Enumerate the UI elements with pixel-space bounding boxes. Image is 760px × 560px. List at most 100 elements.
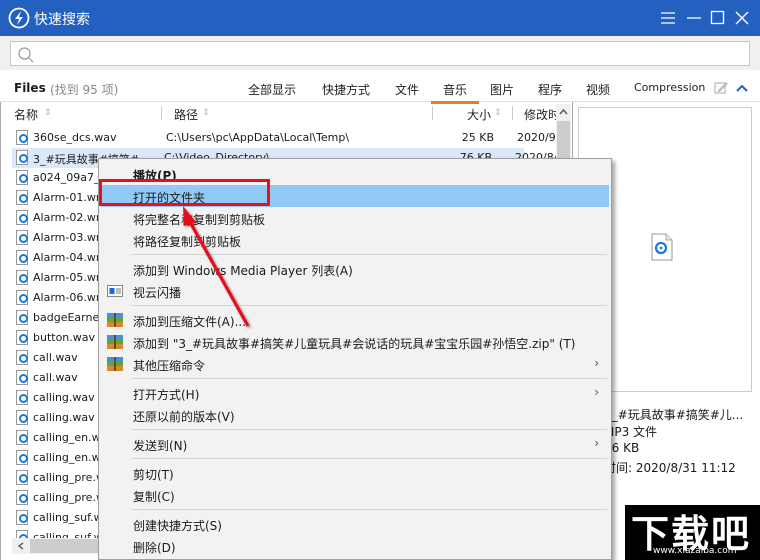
- scroll-up-icon[interactable]: [558, 107, 569, 117]
- menu-separator: [131, 378, 607, 379]
- minimize-icon[interactable]: [684, 8, 704, 28]
- menu-item[interactable]: 其他压缩命令 ›: [101, 353, 609, 375]
- column-header-name[interactable]: 名称: [14, 106, 38, 123]
- file-name: calling_en.wa: [33, 451, 108, 464]
- audio-file-icon: [16, 150, 28, 165]
- menu-item[interactable]: 复制(C): [101, 484, 609, 506]
- file-name: calling_pre.w: [33, 491, 105, 504]
- audio-file-icon: [16, 390, 28, 405]
- menu-item[interactable]: 发送到(N) ›: [101, 433, 609, 455]
- file-name: Alarm-05.wm: [33, 271, 107, 284]
- audio-file-icon: [16, 330, 28, 345]
- menu-icon[interactable]: [658, 8, 678, 28]
- menu-item-label: 添加到 Windows Media Player 列表(A): [133, 264, 353, 278]
- file-modified: 2020/9/: [517, 131, 560, 144]
- table-row[interactable]: 360se_dcs.wav C:\Users\pc\AppData\Local\T…: [14, 128, 559, 148]
- menu-item[interactable]: 添加到压缩文件(A)...: [101, 309, 609, 331]
- audio-file-icon: [16, 210, 28, 225]
- audio-file-icon: [16, 430, 28, 445]
- tab-compression[interactable]: Compression: [634, 81, 705, 94]
- menu-item-label: 发送到(N): [133, 439, 188, 453]
- file-size: 25 KB: [461, 131, 494, 144]
- column-divider[interactable]: [512, 106, 513, 120]
- tab-shortcuts[interactable]: 快捷方式: [322, 81, 370, 98]
- menu-item[interactable]: 打开的文件夹: [101, 185, 609, 207]
- watermark-logo: 下载吧 www.xiazaiba.com: [625, 505, 760, 560]
- menu-item-label: 创建快捷方式(S): [133, 519, 222, 533]
- search-icon: [18, 47, 34, 63]
- preview-filename: 3_#玩具故事#搞笑#儿...: [604, 408, 744, 422]
- menu-item-label: 视云闪播: [133, 286, 182, 300]
- column-header-path[interactable]: 路径: [174, 106, 198, 123]
- menu-item[interactable]: 剪切(T): [101, 462, 609, 484]
- audio-file-icon: [16, 250, 28, 265]
- menu-item[interactable]: 打开方式(H) ›: [101, 382, 609, 404]
- audio-file-icon: [16, 130, 28, 145]
- menu-item-label: 删除(D): [133, 541, 176, 555]
- file-path: C:\Users\pc\AppData\Local\Temp\: [166, 131, 350, 144]
- column-header-modified[interactable]: 修改时: [524, 106, 556, 123]
- maximize-icon[interactable]: [708, 8, 728, 28]
- menu-separator: [131, 305, 607, 306]
- menu-item[interactable]: 添加到 "3_#玩具故事#搞笑#儿童玩具#会说话的玩具#宝宝乐园#孙悟空.zip…: [101, 331, 609, 353]
- search-box[interactable]: [10, 41, 750, 66]
- title-bar: 快速搜索: [0, 0, 760, 36]
- window-title: 快速搜索: [34, 12, 90, 28]
- app-logo-icon: [8, 7, 30, 29]
- audio-file-icon: [16, 510, 28, 525]
- audio-file-icon: [16, 410, 28, 425]
- chevron-right-icon: ›: [594, 436, 599, 450]
- menu-item-label: 其他压缩命令: [133, 359, 206, 373]
- audio-file-icon: [651, 233, 673, 261]
- tab-files[interactable]: 文件: [395, 81, 419, 98]
- tab-music[interactable]: 音乐: [430, 81, 480, 104]
- audio-file-icon: [16, 190, 28, 205]
- edit-icon[interactable]: [714, 81, 728, 95]
- file-name: call.wav: [33, 371, 78, 384]
- collapse-icon[interactable]: [735, 82, 749, 94]
- menu-item-label: 播放(P): [133, 169, 177, 183]
- file-name: calling.wav: [33, 411, 95, 424]
- scroll-left-icon[interactable]: [16, 541, 26, 551]
- menu-separator: [131, 254, 607, 255]
- column-header-size[interactable]: 大小: [467, 106, 491, 123]
- menu-item-label: 将完整名称复制到剪贴板: [133, 213, 266, 227]
- close-icon[interactable]: [732, 8, 752, 28]
- app-window: 快速搜索 Files (找到 95 项) 全部显示 快捷方式 文件 音乐 图片: [0, 0, 760, 560]
- menu-item[interactable]: 创建快捷方式(S): [101, 513, 609, 535]
- audio-file-icon: [16, 350, 28, 365]
- file-name: Alarm-02.wm: [33, 211, 107, 224]
- menu-separator: [131, 429, 607, 430]
- menu-item[interactable]: 视云闪播: [101, 280, 609, 302]
- menu-separator: [131, 458, 607, 459]
- file-name: badgeEarned: [33, 311, 107, 324]
- tab-programs[interactable]: 程序: [538, 81, 562, 98]
- archive-icon: [107, 357, 123, 371]
- menu-item[interactable]: 添加到 Windows Media Player 列表(A): [101, 258, 609, 280]
- file-name: Alarm-03.wm: [33, 231, 107, 244]
- menu-item-label: 打开的文件夹: [133, 191, 206, 205]
- watermark-url: www.xiazaiba.com: [653, 546, 737, 556]
- menu-item-label: 添加到压缩文件(A)...: [133, 315, 247, 329]
- search-input[interactable]: [41, 44, 741, 63]
- files-label: Files: [14, 81, 46, 95]
- tab-pictures[interactable]: 图片: [490, 81, 514, 98]
- archive-icon: [107, 313, 123, 327]
- menu-item[interactable]: 删除(D): [101, 535, 609, 557]
- menu-item-label: 复制(C): [133, 490, 175, 504]
- column-divider[interactable]: [161, 106, 162, 120]
- file-name: call.wav: [33, 351, 78, 364]
- audio-file-icon: [16, 270, 28, 285]
- category-bar: Files (找到 95 项) 全部显示 快捷方式 文件 音乐 图片 程序 视频…: [0, 70, 760, 104]
- menu-item[interactable]: 播放(P): [101, 163, 609, 185]
- menu-item[interactable]: 将路径复制到剪贴板: [101, 229, 609, 251]
- menu-item-label: 打开方式(H): [133, 388, 200, 402]
- menu-item[interactable]: 将完整名称复制到剪贴板: [101, 207, 609, 229]
- result-count: (找到 95 项): [50, 83, 119, 97]
- menu-item-label: 还原以前的版本(V): [133, 410, 235, 424]
- tab-videos[interactable]: 视频: [586, 81, 610, 98]
- menu-item[interactable]: 还原以前的版本(V): [101, 404, 609, 426]
- tab-all[interactable]: 全部显示: [248, 81, 296, 98]
- chevron-right-icon: ›: [594, 385, 599, 399]
- column-divider[interactable]: [432, 106, 433, 120]
